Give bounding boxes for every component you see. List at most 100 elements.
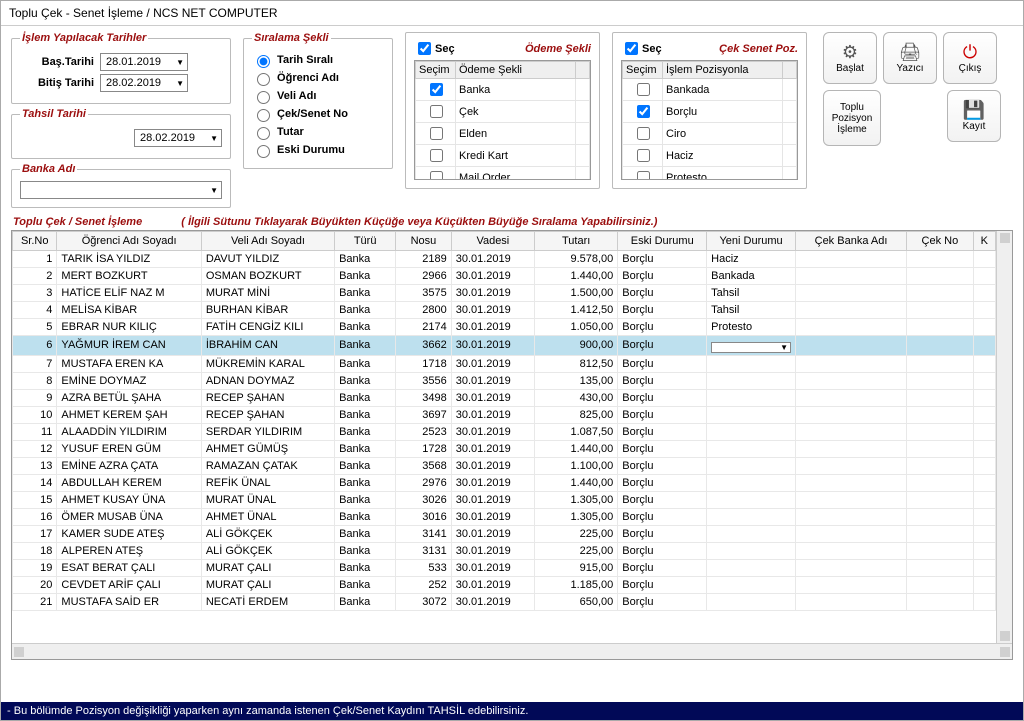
sort-option[interactable]: Tarih Sıralı	[252, 52, 384, 68]
kayit-label: Kayıt	[963, 121, 986, 132]
table-row[interactable]: 1TARIK İSA YILDIZDAVUT YILDIZBanka218930…	[13, 251, 996, 268]
table-row[interactable]: 6YAĞMUR İREM CANİBRAHİM CANBanka366230.0…	[13, 336, 996, 356]
sort-legend: Sıralama Şekli	[252, 32, 331, 44]
table-row[interactable]: 14ABDULLAH KEREMREFİK ÜNALBanka297630.01…	[13, 474, 996, 491]
list-item[interactable]: Protesto	[623, 167, 797, 181]
list-item[interactable]: Kredi Kart	[416, 145, 590, 167]
table-row[interactable]: 19ESAT BERAT ÇALIMURAT ÇALIBanka53330.01…	[13, 559, 996, 576]
column-header[interactable]: K	[973, 232, 995, 251]
tahsil-date-input[interactable]: ▼	[134, 129, 222, 147]
start-date-input[interactable]: ▼	[100, 53, 188, 71]
table-row[interactable]: 21MUSTAFA SAİD ERNECATİ ERDEMBanka307230…	[13, 593, 996, 610]
main-hint: ( İlgili Sütunu Tıklayarak Büyükten Küçü…	[181, 216, 657, 228]
sort-option[interactable]: Tutar	[252, 124, 384, 140]
table-row[interactable]: 16ÖMER MUSAB ÜNAAHMET ÜNALBanka301630.01…	[13, 508, 996, 525]
power-icon: ⏻	[963, 43, 977, 61]
status-text: Bu bölümde Pozisyon değişikliği yaparken…	[14, 705, 529, 717]
list-item[interactable]: Banka	[416, 79, 590, 101]
dropdown-icon: ▼	[210, 186, 218, 195]
table-row[interactable]: 18ALPEREN ATEŞALİ GÖKÇEKBanka313130.01.2…	[13, 542, 996, 559]
column-header[interactable]: Veli Adı Soyadı	[201, 232, 334, 251]
list-item[interactable]: Ciro	[623, 123, 797, 145]
column-header[interactable]: Çek No	[907, 232, 974, 251]
start-date-label: Baş.Tarihi	[20, 56, 100, 68]
sort-option[interactable]: Veli Adı	[252, 88, 384, 104]
tahsil-legend: Tahsil Tarihi	[20, 108, 88, 120]
list-item[interactable]: Bankada	[623, 79, 797, 101]
list-item[interactable]: Elden	[416, 123, 590, 145]
status-bar: - Bu bölümde Pozisyon değişikliği yapark…	[1, 702, 1023, 720]
cekpoz-h1: İşlem Pozisyonla	[663, 62, 783, 79]
kayit-button[interactable]: 💾 Kayıt	[947, 90, 1001, 142]
table-row[interactable]: 15AHMET KUSAY ÜNAMURAT ÜNALBanka302630.0…	[13, 491, 996, 508]
table-row[interactable]: 9AZRA BETÜL ŞAHARECEP ŞAHANBanka349830.0…	[13, 389, 996, 406]
column-header[interactable]: Çek Banka Adı	[795, 232, 906, 251]
window-title: Toplu Çek - Senet İşleme / NCS NET COMPU…	[1, 1, 1023, 26]
toplu-label: Toplu Pozisyon İşleme	[832, 102, 873, 135]
odeme-title: Ödeme Şekli	[525, 43, 591, 55]
table-row[interactable]: 13EMİNE AZRA ÇATARAMAZAN ÇATAKBanka35683…	[13, 457, 996, 474]
odeme-group: Seç Ödeme Şekli Seçim Ödeme Şekli BankaÇ…	[405, 32, 600, 189]
odeme-sec-label: Seç	[435, 43, 455, 55]
table-row[interactable]: 2MERT BOZKURTOSMAN BOZKURTBanka296630.01…	[13, 268, 996, 285]
column-header[interactable]: Türü	[335, 232, 396, 251]
end-date-label: Bitiş Tarihi	[20, 77, 100, 89]
list-item[interactable]: Borçlu	[623, 101, 797, 123]
list-item[interactable]: Mail Order	[416, 167, 590, 181]
sort-group: Sıralama Şekli Tarih Sıralı Öğrenci Adı …	[243, 32, 393, 169]
odeme-h1: Ödeme Şekli	[456, 62, 576, 79]
sort-option[interactable]: Öğrenci Adı	[252, 70, 384, 86]
yazici-label: Yazıcı	[896, 63, 923, 74]
dates-legend: İşlem Yapılacak Tarihler	[20, 32, 148, 44]
table-row[interactable]: 20CEVDET ARİF ÇALIMURAT ÇALIBanka25230.0…	[13, 576, 996, 593]
horizontal-scrollbar[interactable]	[12, 643, 1012, 659]
table-row[interactable]: 11ALAADDİN YILDIRIMSERDAR YILDIRIMBanka2…	[13, 423, 996, 440]
table-row[interactable]: 3HATİCE ELİF NAZ MMURAT MİNİBanka357530.…	[13, 285, 996, 302]
table-row[interactable]: 10AHMET KEREM ŞAHRECEP ŞAHANBanka369730.…	[13, 406, 996, 423]
cikis-button[interactable]: ⏻ Çıkış	[943, 32, 997, 84]
column-header[interactable]: Nosu	[396, 232, 452, 251]
banka-group: Banka Adı ▼	[11, 163, 231, 208]
table-row[interactable]: 5EBRAR NUR KILIÇFATİH CENGİZ KILIBanka21…	[13, 319, 996, 336]
yeni-durumu-combo[interactable]: ▼	[711, 342, 791, 353]
cikis-label: Çıkış	[959, 63, 982, 74]
dropdown-icon: ▼	[210, 134, 218, 143]
table-row[interactable]: 8EMİNE DOYMAZADNAN DOYMAZBanka355630.01.…	[13, 372, 996, 389]
vertical-scrollbar[interactable]	[996, 231, 1012, 643]
table-row[interactable]: 7MUSTAFA EREN KAMÜKREMİN KARALBanka17183…	[13, 355, 996, 372]
column-header[interactable]: Vadesi	[451, 232, 534, 251]
gear-icon: ⚙	[842, 43, 858, 61]
toplu-button[interactable]: Toplu Pozisyon İşleme	[823, 90, 881, 146]
cekpoz-group: Seç Çek Senet Poz. Seçim İşlem Pozisyonl…	[612, 32, 807, 189]
list-item[interactable]: Haciz	[623, 145, 797, 167]
cekpoz-sec-label: Seç	[642, 43, 662, 55]
save-icon: 💾	[963, 101, 985, 119]
table-row[interactable]: 17KAMER SUDE ATEŞALİ GÖKÇEKBanka314130.0…	[13, 525, 996, 542]
banka-combo[interactable]: ▼	[20, 181, 222, 199]
end-date-input[interactable]: ▼	[100, 74, 188, 92]
column-header[interactable]: Yeni Durumu	[707, 232, 796, 251]
cekpoz-list[interactable]: Seçim İşlem Pozisyonla BankadaBorçluCiro…	[621, 60, 798, 180]
cekpoz-h0: Seçim	[623, 62, 663, 79]
odeme-h0: Seçim	[416, 62, 456, 79]
sort-option[interactable]: Eski Durumu	[252, 142, 384, 158]
column-header[interactable]: Eski Durumu	[618, 232, 707, 251]
list-item[interactable]: Çek	[416, 101, 590, 123]
baslat-button[interactable]: ⚙ Başlat	[823, 32, 877, 84]
cekpoz-title: Çek Senet Poz.	[719, 43, 798, 55]
dates-group: İşlem Yapılacak Tarihler Baş.Tarihi ▼ Bi…	[11, 32, 231, 104]
main-grid[interactable]: Sr.NoÖğrenci Adı SoyadıVeli Adı SoyadıTü…	[11, 230, 1013, 660]
sort-option[interactable]: Çek/Senet No	[252, 106, 384, 122]
odeme-select-all[interactable]	[418, 42, 431, 55]
cekpoz-select-all[interactable]	[625, 42, 638, 55]
tahsil-group: Tahsil Tarihi ▼	[11, 108, 231, 159]
column-header[interactable]: Öğrenci Adı Soyadı	[57, 232, 201, 251]
table-row[interactable]: 12YUSUF EREN GÜMAHMET GÜMÜŞBanka172830.0…	[13, 440, 996, 457]
main-title: Toplu Çek / Senet İşleme	[13, 216, 142, 228]
dropdown-icon: ▼	[176, 79, 184, 88]
yazici-button[interactable]: 🖨 Yazıcı	[883, 32, 937, 84]
column-header[interactable]: Tutarı	[535, 232, 618, 251]
table-row[interactable]: 4MELİSA KİBARBURHAN KİBARBanka280030.01.…	[13, 302, 996, 319]
odeme-list[interactable]: Seçim Ödeme Şekli BankaÇekEldenKredi Kar…	[414, 60, 591, 180]
column-header[interactable]: Sr.No	[13, 232, 57, 251]
